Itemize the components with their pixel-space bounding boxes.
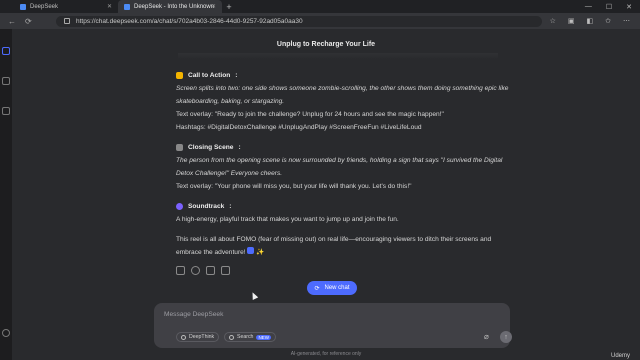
tv-icon [247, 247, 255, 254]
avatar[interactable] [2, 329, 10, 337]
copy-icon[interactable] [176, 266, 185, 275]
maximize-icon[interactable]: ☐ [606, 3, 612, 11]
section-line: Screen splits into two: one side shows s… [176, 85, 509, 105]
watermark: Udemy [610, 353, 630, 359]
star-icon[interactable]: ☆ [550, 17, 556, 25]
sparkles-icon: ✨ [256, 249, 265, 256]
send-button[interactable]: ↑ [500, 331, 512, 343]
tab-deepseek[interactable]: DeepSeek ✕ [14, 0, 118, 13]
section-heading: Call to Action: [176, 69, 516, 82]
section-call-to-action: Call to Action: Screen splits into two: … [176, 69, 516, 134]
section-heading: Soundtrack: [176, 200, 516, 213]
section-closing-scene: Closing Scene: The person from the openi… [176, 141, 516, 193]
new-tab-icon[interactable]: + [222, 2, 236, 12]
browser-toolbar: ☆ ▣ ◧ ✩ ⋯ [550, 17, 640, 25]
window-controls: — ☐ ✕ [585, 3, 640, 11]
globe-icon [229, 334, 234, 340]
close-icon[interactable]: ✕ [211, 3, 216, 10]
new-badge: NEW [256, 334, 271, 340]
section-line: A high-energy, playful track that makes … [176, 216, 399, 223]
tab-label: DeepSeek [30, 3, 59, 10]
chat-title: Unplug to Recharge Your Life [276, 41, 376, 48]
message-input[interactable]: Message DeepSeek [164, 311, 223, 318]
closing-paragraph: This reel is all about FOMO (fear of mis… [176, 236, 492, 256]
thumbs-up-icon[interactable] [206, 266, 215, 275]
deepthink-button[interactable]: DeepThink [176, 332, 220, 342]
tab-deepseek-into-unknown[interactable]: DeepSeek - Into the Unknown ✕ [118, 0, 222, 13]
search-button[interactable]: Search NEW [224, 332, 276, 342]
reload-icon[interactable]: ⟳ [25, 17, 32, 26]
section-line: Text overlay: "Ready to join the challen… [176, 111, 444, 118]
music-icon [176, 203, 183, 210]
minimize-icon[interactable]: — [585, 3, 592, 11]
attach-icon[interactable]: ⌀ [484, 332, 489, 341]
address-bar: ← ⟳ https://chat.deepseek.com/a/chat/s/7… [0, 13, 640, 29]
tab-label: DeepSeek - Into the Unknown [134, 3, 215, 10]
lock-icon [64, 18, 70, 24]
close-icon[interactable]: ✕ [107, 3, 112, 10]
deepseek-favicon-icon [20, 3, 26, 10]
back-icon[interactable]: ← [8, 17, 16, 26]
new-chat-icon: ⟳ [314, 285, 320, 292]
close-window-icon[interactable]: ✕ [626, 3, 632, 11]
megaphone-icon [176, 72, 183, 79]
assistant-message: Call to Action: Screen splits into two: … [176, 69, 516, 275]
url-text: https://chat.deepseek.com/a/chat/s/702a4… [76, 17, 303, 25]
atom-icon [181, 334, 186, 340]
collections-icon[interactable]: ◧ [587, 17, 594, 25]
scroll-fade [178, 53, 498, 59]
sidebar [0, 29, 12, 360]
mouse-cursor [249, 291, 259, 300]
deepseek-logo-icon[interactable] [2, 47, 10, 55]
new-chat-icon[interactable] [2, 107, 10, 115]
section-line: The person from the opening scene is now… [176, 157, 503, 177]
favorites-icon[interactable]: ✩ [605, 17, 611, 25]
section-soundtrack: Soundtrack: A high-energy, playful track… [176, 200, 516, 226]
new-chat-button[interactable]: ⟳ New chat [307, 281, 357, 295]
thumbs-down-icon[interactable] [221, 266, 230, 275]
section-line: Hashtags: #DigitalDetoxChallenge #Unplug… [176, 124, 422, 131]
disclaimer: AI-generated, for reference only [290, 351, 362, 357]
section-line: Text overlay: "Your phone will miss you,… [176, 183, 412, 190]
message-actions [176, 266, 516, 275]
regenerate-icon[interactable] [191, 266, 200, 275]
extension-icon[interactable]: ▣ [568, 17, 575, 25]
clapper-icon [176, 144, 183, 151]
nav-buttons: ← ⟳ [0, 17, 48, 26]
history-icon[interactable] [2, 77, 10, 85]
browser-tab-bar: DeepSeek ✕ DeepSeek - Into the Unknown ✕… [0, 0, 640, 13]
message-composer[interactable]: Message DeepSeek DeepThink Search NEW ⌀ … [154, 303, 512, 348]
deepseek-favicon-icon [124, 3, 130, 10]
arrow-up-icon: ↑ [504, 333, 508, 341]
section-heading: Closing Scene: [176, 141, 516, 154]
more-icon[interactable]: ⋯ [623, 17, 630, 25]
url-field[interactable]: https://chat.deepseek.com/a/chat/s/702a4… [56, 15, 542, 27]
chat-area: Unplug to Recharge Your Life Call to Act… [12, 29, 640, 360]
